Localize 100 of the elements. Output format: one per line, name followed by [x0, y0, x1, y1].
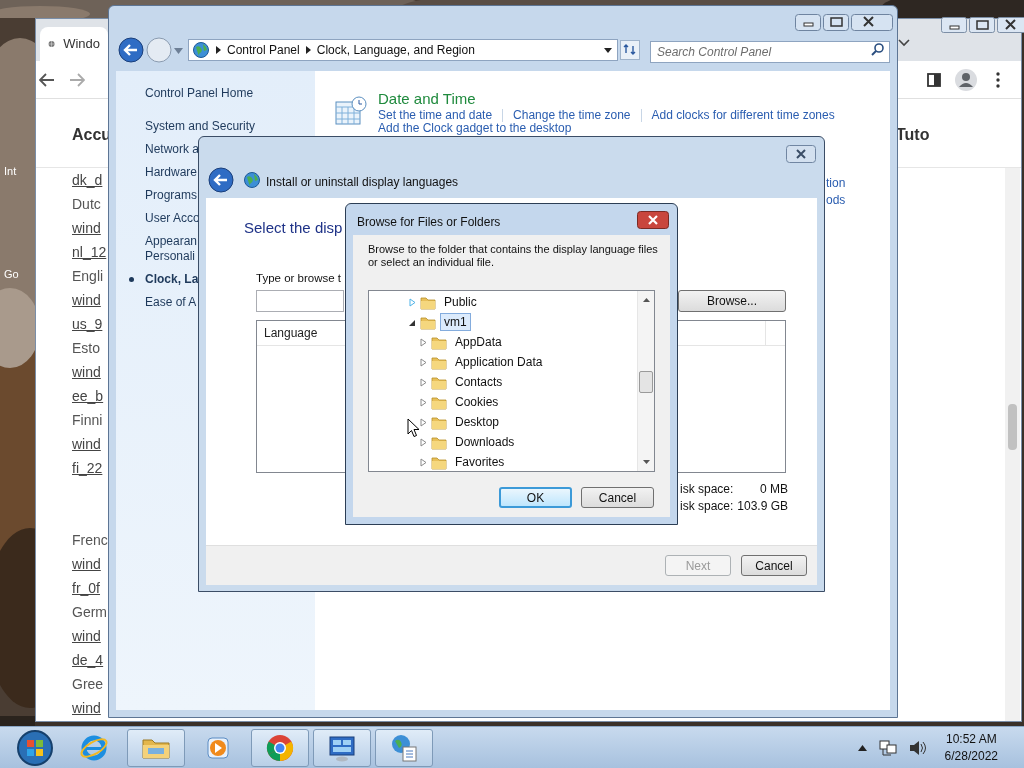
link[interactable]: Change the time zone — [513, 108, 631, 122]
desktop-icon-label[interactable]: Int — [4, 163, 17, 180]
profile-icon[interactable] — [955, 69, 977, 91]
minimize-button[interactable] — [795, 14, 821, 31]
tree-item[interactable]: Application Data — [451, 353, 547, 371]
scroll-thumb[interactable] — [1008, 404, 1017, 450]
sidebar-link[interactable]: Programs — [145, 188, 197, 203]
breadcrumb[interactable]: Control Panel — [227, 41, 300, 59]
browser-tab[interactable]: Windo — [40, 27, 108, 61]
expand-arrow-icon[interactable] — [409, 297, 416, 307]
sidebar-link[interactable]: Clock, La — [145, 272, 199, 287]
expand-arrow-icon[interactable] — [420, 337, 427, 347]
section-title[interactable]: Date and Time — [378, 88, 476, 111]
forward-arrow-icon[interactable] — [69, 73, 85, 87]
link[interactable]: nl_12 — [72, 240, 107, 264]
link[interactable]: ee_b — [72, 384, 104, 408]
expand-arrow-icon[interactable] — [420, 437, 427, 447]
sidebar-link[interactable]: Hardware — [145, 165, 198, 180]
column-header[interactable]: Language — [264, 321, 318, 346]
back-arrow-icon[interactable] — [39, 73, 55, 87]
tree-item[interactable]: Cookies — [451, 393, 503, 411]
breadcrumb[interactable]: Clock, Language, and Region — [316, 41, 475, 59]
back-button[interactable] — [208, 167, 234, 193]
folder-tree[interactable]: Public vm1 AppData Application Data Contacts Cookies Desktop Downloads Favorites — [368, 290, 655, 472]
sidebar-link[interactable]: Appearan Personali — [145, 234, 198, 264]
tree-item[interactable]: Contacts — [451, 373, 507, 391]
tree-item[interactable]: Favorites — [451, 453, 509, 471]
cancel-button[interactable]: Cancel — [581, 487, 654, 508]
expand-arrow-icon[interactable] — [420, 397, 427, 407]
link[interactable]: fr_0f — [72, 576, 100, 600]
folder-icon — [431, 394, 447, 410]
link[interactable]: de_4 — [72, 648, 104, 672]
dialog-heading: Select the disp — [244, 218, 343, 238]
sidebar-link[interactable]: System and Security — [145, 119, 256, 134]
tree-item[interactable]: Desktop — [451, 413, 504, 431]
maximize-button[interactable] — [823, 14, 849, 31]
desktop-icon-label[interactable]: Go — [4, 266, 19, 283]
more-menu-icon[interactable] — [996, 72, 1000, 88]
close-button[interactable] — [786, 145, 816, 163]
tree-item[interactable]: Downloads — [451, 433, 519, 451]
refresh-icon[interactable] — [620, 40, 640, 60]
address-bar[interactable]: Control Panel Clock, Language, and Region — [188, 39, 618, 61]
minimize-button[interactable] — [941, 17, 967, 33]
tree-item[interactable]: Public — [440, 293, 481, 311]
link[interactable]: fi_22 — [72, 456, 103, 480]
sidebar-link[interactable]: Control Panel Home — [145, 86, 254, 101]
show-hidden-icons-icon[interactable] — [857, 744, 867, 751]
scrollbar[interactable] — [637, 291, 654, 471]
dropdown-arrow-icon[interactable] — [604, 48, 612, 53]
expand-arrow-icon[interactable] — [420, 457, 427, 467]
sidebar-icon[interactable] — [927, 73, 941, 87]
close-button[interactable] — [997, 17, 1024, 33]
scroll-thumb[interactable] — [639, 371, 653, 393]
expand-arrow-icon[interactable] — [420, 357, 427, 367]
folder-icon — [431, 334, 447, 350]
link[interactable]: wind — [72, 552, 101, 576]
link[interactable]: wind — [72, 216, 101, 240]
link[interactable]: wind — [72, 696, 101, 720]
close-button[interactable] — [851, 14, 893, 31]
back-button[interactable] — [118, 37, 144, 63]
link[interactable]: wind — [72, 360, 101, 384]
tree-item[interactable]: AppData — [451, 333, 506, 351]
taskbar-button[interactable] — [375, 728, 433, 767]
space-value: 103.9 GB — [737, 498, 788, 515]
scroll-up-icon — [643, 298, 650, 302]
field-label: Type or browse t — [256, 271, 341, 286]
close-button[interactable] — [637, 211, 669, 229]
link[interactable]: us_9 — [72, 312, 103, 336]
volume-icon[interactable] — [908, 739, 927, 756]
link[interactable]: tion — [826, 174, 846, 192]
caret-down-icon[interactable] — [174, 48, 183, 54]
expand-arrow-icon[interactable] — [420, 377, 427, 387]
search-icon[interactable] — [871, 43, 884, 56]
link[interactable]: dk_d — [72, 168, 103, 192]
chevron-down-icon[interactable] — [898, 39, 910, 47]
taskbar-button[interactable] — [313, 728, 371, 767]
link[interactable]: wind — [72, 432, 101, 456]
link[interactable]: Set the time and date — [378, 108, 493, 122]
tree-item[interactable]: vm1 — [440, 313, 471, 331]
taskbar-button[interactable] — [251, 728, 309, 767]
text: Esto — [72, 339, 100, 358]
scrollbar[interactable] — [1005, 168, 1020, 721]
cancel-button[interactable]: Cancel — [741, 555, 807, 576]
browse-button[interactable]: Browse... — [678, 290, 786, 312]
link[interactable]: ods — [826, 191, 846, 209]
ok-button[interactable]: OK — [499, 487, 572, 508]
sidebar-link[interactable]: Ease of A — [145, 295, 197, 310]
link[interactable]: wind — [72, 288, 101, 312]
link[interactable]: Add clocks for different time zones — [651, 108, 835, 122]
start-button[interactable] — [15, 727, 55, 768]
network-icon[interactable] — [878, 738, 897, 757]
search-field[interactable]: Search Control Panel — [650, 41, 890, 63]
link[interactable]: Add the Clock gadget to the desktop — [378, 122, 572, 135]
folder-icon — [431, 374, 447, 390]
clock[interactable]: 10:52 AM 6/28/2022 — [944, 730, 998, 765]
link[interactable]: wind — [72, 624, 101, 648]
folder-icon — [431, 454, 447, 470]
expand-arrow-icon[interactable] — [420, 417, 427, 427]
maximize-button[interactable] — [969, 17, 995, 33]
path-input-field[interactable] — [256, 290, 344, 312]
